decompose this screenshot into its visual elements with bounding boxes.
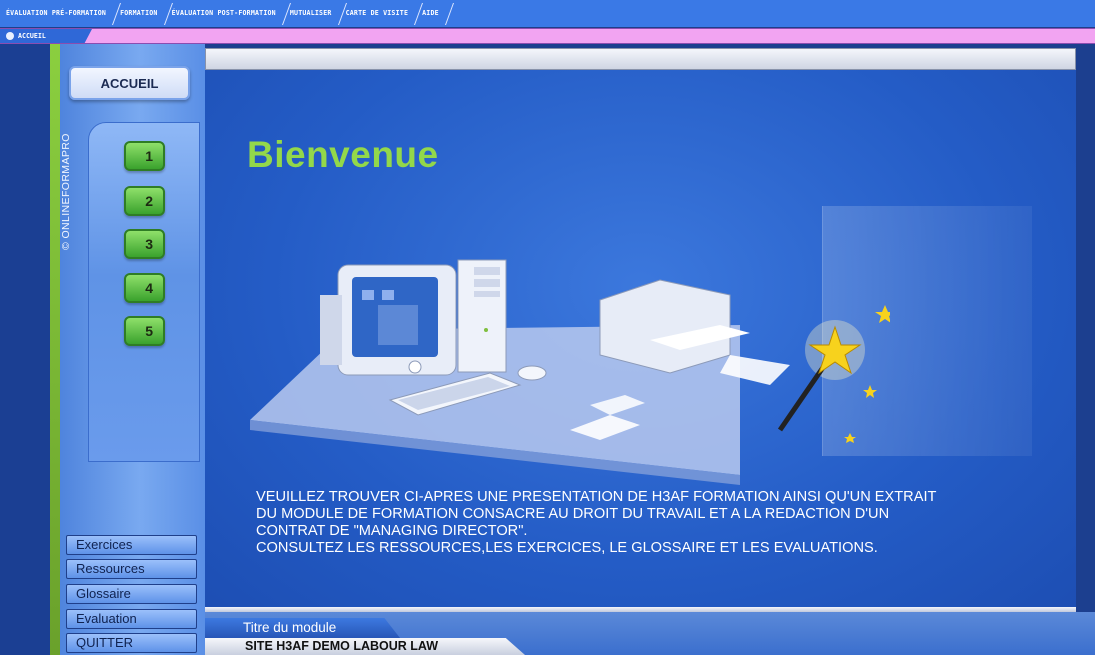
menu-item-label: ÉVALUATION POST-FORMATION <box>171 9 276 17</box>
step-button-2[interactable]: 2 <box>124 186 165 216</box>
intro-line: CONSULTEZ LES RESSOURCES,LES EXERCICES, … <box>256 540 878 556</box>
menu-item-label: CARTE DE VISITE <box>345 9 409 17</box>
menu-item-mutualiser[interactable]: MUTUALISER <box>284 0 347 28</box>
menu-item-aide[interactable]: AIDE <box>416 0 454 28</box>
home-icon <box>6 32 14 40</box>
monitor-icon <box>320 264 457 376</box>
site-title-tab: SITE H3AF DEMO LABOUR LAW <box>205 638 525 655</box>
nav-quitter-button[interactable]: QUITTER <box>66 633 197 653</box>
menu-item-label: ÉVALUATION PRÉ-FORMATION <box>6 9 107 17</box>
top-menu-bar: ÉVALUATION PRÉ-FORMATION FORMATION ÉVALU… <box>0 0 1095 28</box>
main-header-bar <box>205 48 1076 70</box>
menu-item-label: FORMATION <box>120 9 158 17</box>
step-button-4[interactable]: 4 <box>124 273 165 303</box>
menu-item-formation[interactable]: FORMATION <box>114 0 173 28</box>
menu-separator <box>444 3 454 25</box>
top-menu: ÉVALUATION PRÉ-FORMATION FORMATION ÉVALU… <box>0 0 454 28</box>
menu-item-label: MUTUALISER <box>289 9 332 17</box>
nav-evaluation-button[interactable]: Evaluation <box>66 609 197 629</box>
breadcrumb-label: ACCUEIL <box>18 32 46 40</box>
application-window: ÉVALUATION PRÉ-FORMATION FORMATION ÉVALU… <box>0 0 1095 655</box>
mouse-icon <box>517 365 547 381</box>
sidebar-green-stripe <box>50 44 60 655</box>
intro-line: DU MODULE DE FORMATION CONSACRE AU DROIT… <box>256 506 890 522</box>
step-button-3[interactable]: 3 <box>124 229 165 259</box>
menu-item-label: AIDE <box>422 9 439 17</box>
intro-line: CONTRAT DE "MANAGING DIRECTOR". <box>256 523 528 539</box>
breadcrumb-bar: ACCUEIL <box>0 28 1095 44</box>
copyright-text: © ONLINEFORMAPRO <box>60 133 72 250</box>
computer-tower-icon <box>457 259 507 373</box>
step-button-1[interactable]: 1 <box>124 141 165 171</box>
breadcrumb-home[interactable]: ACCUEIL <box>0 29 92 43</box>
nav-exercices-button[interactable]: Exercices <box>66 535 197 555</box>
nav-glossaire-button[interactable]: Glossaire <box>66 584 197 604</box>
step-button-5[interactable]: 5 <box>124 316 165 346</box>
home-button[interactable]: ACCUEIL <box>69 66 190 100</box>
intro-line: VEUILLEZ TROUVER CI-APRES UNE PRESENTATI… <box>256 489 937 505</box>
welcome-title: Bienvenue <box>247 134 439 175</box>
menu-item-post-evaluation[interactable]: ÉVALUATION POST-FORMATION <box>166 0 291 28</box>
nav-ressources-button[interactable]: Ressources <box>66 559 197 579</box>
menu-item-pre-evaluation[interactable]: ÉVALUATION PRÉ-FORMATION <box>0 0 122 28</box>
intro-text: VEUILLEZ TROUVER CI-APRES UNE PRESENTATI… <box>256 489 1056 557</box>
module-title-tab: Titre du module <box>205 618 400 638</box>
office-illustration <box>250 259 890 485</box>
magic-wand-icon <box>777 305 890 443</box>
menu-item-carte-de-visite[interactable]: CARTE DE VISITE <box>340 0 424 28</box>
